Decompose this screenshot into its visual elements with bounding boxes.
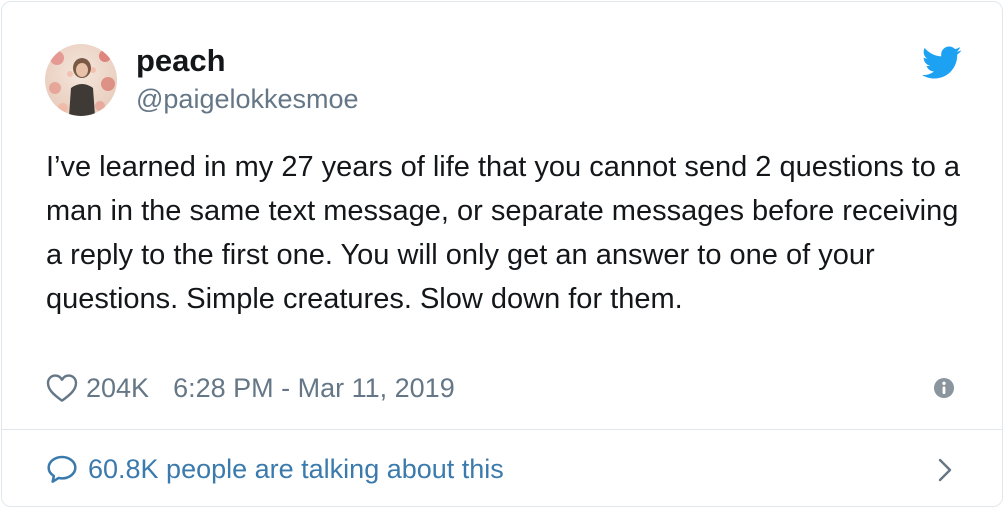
avatar-image xyxy=(45,44,117,116)
avatar[interactable] xyxy=(45,44,117,116)
tweet-text: I’ve learned in my 27 years of life that… xyxy=(46,151,961,315)
heart-icon[interactable] xyxy=(46,373,78,403)
tweet-meta: 204K 6:28 PM - Mar 11, 2019 xyxy=(46,370,455,406)
tweet-card[interactable]: peach @paigelokkesmoe I’ve learned in my… xyxy=(1,1,1003,507)
talking-about-label[interactable]: 60.8K people are talking about this xyxy=(88,454,504,485)
info-icon[interactable] xyxy=(933,377,955,399)
speech-bubble-icon xyxy=(47,455,77,483)
conversation-link[interactable]: 60.8K people are talking about this xyxy=(46,450,961,488)
twitter-bird-icon[interactable] xyxy=(922,46,962,80)
like-count[interactable]: 204K xyxy=(86,373,149,404)
user-display-name[interactable]: peach xyxy=(136,43,226,79)
user-handle[interactable]: @paigelokkesmoe xyxy=(136,83,359,115)
divider xyxy=(2,429,1002,430)
tweet-timestamp[interactable]: 6:28 PM - Mar 11, 2019 xyxy=(173,373,455,404)
chevron-right-icon[interactable] xyxy=(938,458,952,482)
